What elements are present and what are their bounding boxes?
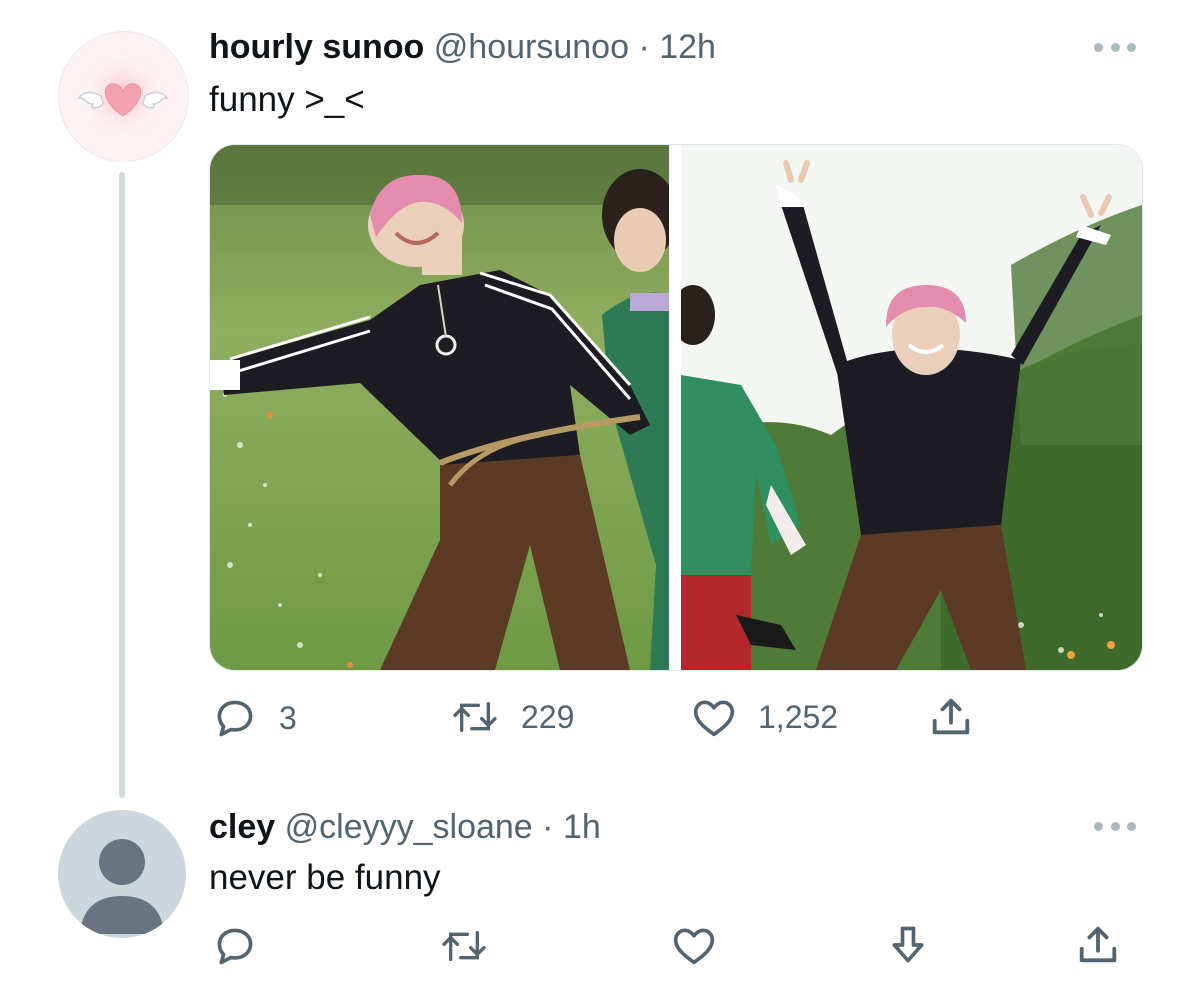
like-count: 1,252 — [758, 698, 839, 735]
user-handle[interactable]: @cleyyy_sloane — [285, 808, 533, 846]
tweet-media[interactable] — [209, 144, 1143, 671]
reply-icon — [217, 700, 253, 737]
tweet-hourly-sunoo[interactable]: hourly sunoo @hoursunoo · 12h funny >_< — [0, 0, 1200, 790]
retweet-count: 229 — [521, 698, 575, 735]
tweet-header: cley @cleyyy_sloane · 1h — [209, 808, 601, 847]
display-name[interactable]: hourly sunoo — [209, 28, 424, 66]
retweet-button[interactable]: 229 — [451, 697, 574, 737]
like-button[interactable] — [672, 924, 716, 966]
retweet-button[interactable] — [440, 926, 488, 966]
media-photo-1[interactable] — [210, 145, 669, 670]
thread-connector-line — [119, 172, 125, 798]
heart-icon — [673, 928, 715, 965]
downvote-button[interactable] — [886, 922, 930, 968]
photo-person-jumping — [681, 145, 1142, 670]
reply-count: 3 — [279, 699, 297, 736]
reply-button[interactable]: 3 — [213, 696, 297, 740]
retweet-icon — [453, 702, 497, 732]
default-avatar-icon — [80, 839, 164, 934]
separator-dot: · — [542, 808, 554, 846]
share-button[interactable] — [928, 694, 974, 740]
share-icon — [1079, 926, 1117, 963]
separator-dot: · — [638, 28, 650, 66]
avatar-hourly-sunoo[interactable] — [58, 31, 189, 162]
winged-heart-icon — [77, 50, 169, 142]
retweet-icon — [442, 931, 486, 961]
tweet-cley[interactable]: cley @cleyyy_sloane · 1h never be funny — [0, 790, 1200, 1008]
tweet-text: never be funny — [209, 858, 441, 897]
avatar-cley[interactable] — [58, 810, 186, 938]
user-handle[interactable]: @hoursunoo — [434, 28, 629, 66]
down-arrow-icon — [892, 926, 924, 963]
share-icon — [932, 698, 970, 735]
reply-button[interactable] — [213, 924, 257, 968]
heart-icon — [693, 700, 735, 737]
media-photo-2[interactable] — [681, 145, 1142, 670]
more-options-icon[interactable] — [1094, 819, 1136, 833]
tweet-header: hourly sunoo @hoursunoo · 12h — [209, 28, 716, 67]
tweet-text: funny >_< — [209, 80, 365, 119]
media-divider — [669, 145, 681, 670]
timestamp[interactable]: 12h — [659, 28, 716, 66]
display-name[interactable]: cley — [209, 808, 275, 846]
more-options-icon[interactable] — [1094, 40, 1136, 54]
share-button[interactable] — [1075, 922, 1121, 968]
like-button[interactable]: 1,252 — [692, 696, 838, 738]
photo-person-pink-hair-rope — [210, 145, 669, 670]
reply-icon — [217, 928, 253, 965]
timestamp[interactable]: 1h — [563, 808, 601, 846]
